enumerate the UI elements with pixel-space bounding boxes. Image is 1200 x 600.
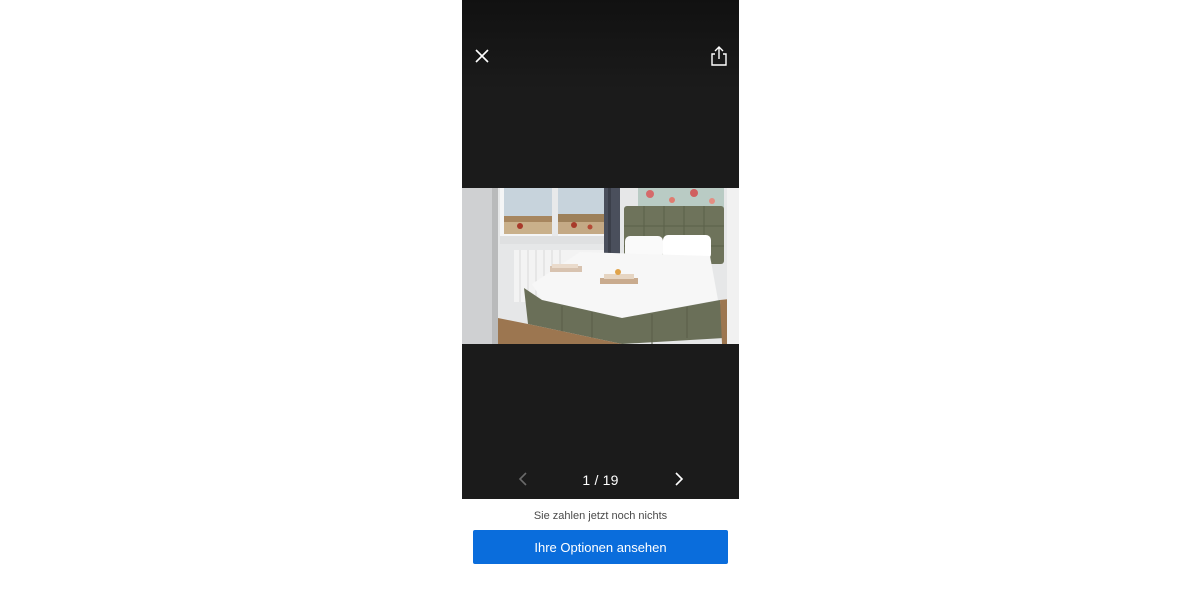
previous-photo-button[interactable] <box>506 462 540 496</box>
no-payment-note: Sie zahlen jetzt noch nichts <box>533 510 668 522</box>
photo-viewer: 1 / 19 <box>462 0 739 499</box>
share-button[interactable] <box>703 40 735 72</box>
gallery-controls: 1 / 19 <box>462 460 739 499</box>
chevron-left-icon <box>518 472 527 486</box>
chevron-right-icon <box>675 472 684 486</box>
view-options-button[interactable]: Ihre Optionen ansehen <box>473 530 728 564</box>
photo-counter: 1 / 19 <box>582 471 619 488</box>
next-photo-button[interactable] <box>662 462 696 496</box>
close-button[interactable] <box>466 40 498 72</box>
share-icon <box>711 46 727 66</box>
viewer-topbar <box>462 0 739 90</box>
close-icon <box>475 49 489 63</box>
room-photo <box>462 188 739 344</box>
